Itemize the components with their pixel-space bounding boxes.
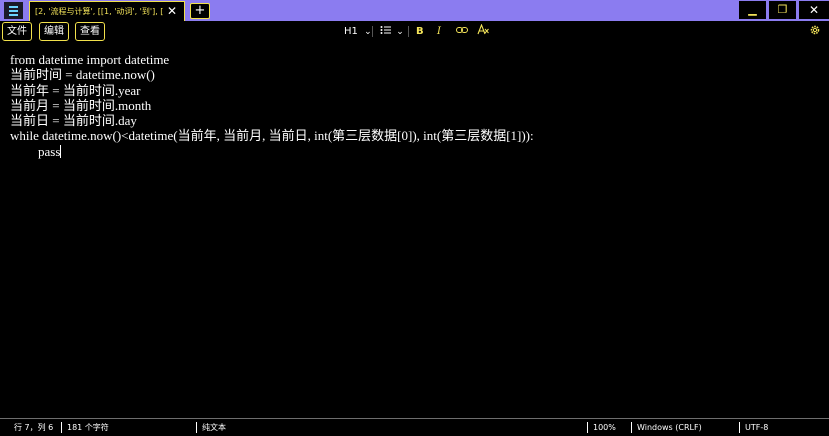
- link-button[interactable]: [456, 24, 468, 40]
- editor-line-text: pass: [38, 143, 61, 159]
- link-icon: [456, 27, 468, 33]
- editor-line-current: pass: [10, 144, 820, 159]
- document-tab[interactable]: [2, '流程与计算', [[1, '动词', '到'], [1, ✕: [29, 1, 185, 21]
- bulleted-list-icon: [380, 26, 391, 34]
- text-editor[interactable]: from datetime import datetime 当前时间 = dat…: [10, 52, 820, 412]
- editor-line: 当前时间 = datetime.now(): [10, 67, 155, 83]
- tab-title: [2, '流程与计算', [[1, '动词', '到'], [1,: [35, 7, 163, 16]
- close-window-button[interactable]: ✕: [799, 1, 829, 19]
- clear-formatting-button[interactable]: [477, 23, 489, 40]
- editor-line: while datetime.now()<datetime(当前年, 当前月, …: [10, 128, 534, 144]
- minimize-button[interactable]: ▁: [739, 1, 766, 19]
- editor-line: 当前月 = 当前时间.month: [10, 97, 152, 113]
- notepad-app-icon[interactable]: [4, 2, 23, 19]
- cursor-position: 行 7，列 6: [14, 423, 54, 432]
- status-divider: [739, 422, 740, 433]
- view-menu-button[interactable]: 查看: [75, 22, 105, 41]
- list-dropdown[interactable]: ⌄: [380, 24, 404, 40]
- heading-label: H1: [344, 26, 358, 37]
- line-ending[interactable]: Windows (CRLF): [637, 422, 702, 433]
- file-menu-button[interactable]: 文件: [2, 22, 32, 41]
- character-count: 181 个字符: [67, 423, 109, 432]
- title-bar: [2, '流程与计算', [[1, '动词', '到'], [1, ✕ + ▁ …: [0, 0, 829, 21]
- italic-button[interactable]: I: [437, 24, 441, 40]
- editor-line: 当前日 = 当前时间.day: [10, 113, 137, 129]
- maximize-button[interactable]: ❐: [769, 1, 796, 19]
- new-tab-button[interactable]: +: [190, 3, 210, 19]
- settings-button[interactable]: [809, 24, 821, 40]
- text-caret: [60, 144, 62, 158]
- toolbar-divider: [372, 26, 373, 37]
- clear-formatting-icon: [477, 23, 489, 35]
- toolbar-divider: [408, 26, 409, 37]
- bold-button[interactable]: B: [416, 24, 424, 40]
- status-divider: [61, 422, 62, 433]
- gear-icon: [810, 25, 820, 35]
- editor-line: from datetime import datetime: [10, 52, 170, 67]
- heading-chevron-down-icon: ⌄: [364, 27, 372, 37]
- status-divider: [631, 422, 632, 433]
- status-bar: 行 7，列 6 181 个字符 纯文本 100% Windows (CRLF) …: [0, 418, 829, 436]
- edit-menu-button[interactable]: 编辑: [39, 22, 69, 41]
- status-divider: [196, 422, 197, 433]
- encoding[interactable]: UTF-8: [745, 422, 768, 433]
- tab-close-icon[interactable]: ✕: [167, 4, 177, 18]
- file-format[interactable]: 纯文本: [202, 422, 226, 433]
- status-divider: [587, 422, 588, 433]
- list-chevron-down-icon: ⌄: [396, 27, 404, 37]
- heading-dropdown[interactable]: H1 ⌄: [344, 24, 372, 40]
- zoom-level[interactable]: 100%: [593, 422, 616, 433]
- editor-line: 当前年 = 当前时间.year: [10, 82, 141, 98]
